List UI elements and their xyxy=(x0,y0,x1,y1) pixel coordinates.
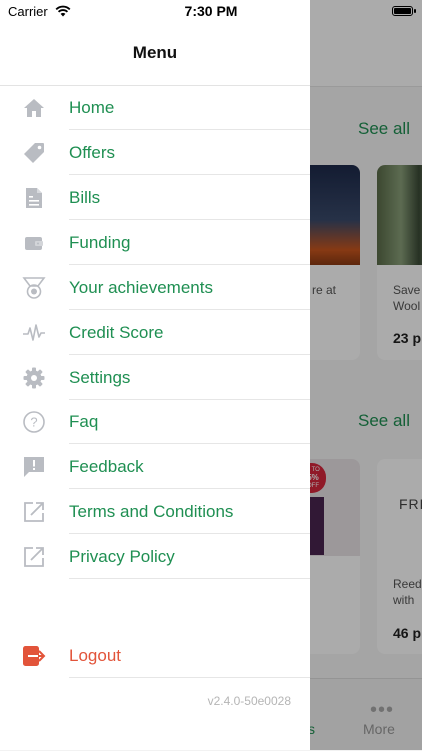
menu-divider xyxy=(69,443,310,444)
menu-item-achievements-label: Your achievements xyxy=(69,278,213,297)
menu-divider xyxy=(69,488,310,489)
menu-item-offers-label: Offers xyxy=(69,143,115,162)
menu-item-feedback[interactable]: Feedback xyxy=(0,445,310,489)
menu-item-privacy[interactable]: Privacy Policy xyxy=(0,535,310,579)
medal-icon xyxy=(22,277,46,299)
feedback-icon xyxy=(24,457,44,477)
menu-divider xyxy=(69,578,310,579)
status-bar: Carrier 7:30 PM xyxy=(0,0,422,24)
logout-icon xyxy=(23,646,46,666)
menu-divider xyxy=(69,354,310,355)
menu-item-terms[interactable]: Terms and Conditions xyxy=(0,490,310,534)
svg-text:?: ? xyxy=(30,415,37,430)
clock: 7:30 PM xyxy=(184,3,238,19)
menu-item-feedback-label: Feedback xyxy=(69,457,144,476)
home-icon xyxy=(24,99,44,117)
menu-divider xyxy=(69,309,310,310)
menu-item-funding-label: Funding xyxy=(69,233,131,252)
menu-item-settings-label: Settings xyxy=(69,368,131,387)
menu-divider xyxy=(69,129,310,130)
bill-icon xyxy=(26,188,42,208)
external-link-icon xyxy=(24,502,44,522)
menu-item-credit-score-label: Credit Score xyxy=(69,323,164,342)
menu-item-logout-label: Logout xyxy=(69,646,121,665)
menu-item-logout[interactable]: Logout xyxy=(0,634,310,678)
battery-tip xyxy=(414,9,416,13)
pulse-icon xyxy=(23,324,45,341)
menu-item-terms-label: Terms and Conditions xyxy=(69,502,234,521)
menu-item-faq[interactable]: ? Faq xyxy=(0,400,310,444)
battery-icon xyxy=(392,6,413,16)
gear-icon xyxy=(23,367,45,389)
menu-divider xyxy=(69,533,310,534)
menu-divider xyxy=(69,174,310,175)
menu-item-faq-label: Faq xyxy=(69,412,99,431)
menu-divider xyxy=(69,677,310,678)
menu-item-achievements[interactable]: Your achievements xyxy=(0,266,310,310)
app-version: v2.4.0-50e0028 xyxy=(207,694,291,708)
menu-item-funding[interactable]: Funding xyxy=(0,221,310,265)
menu-item-bills[interactable]: Bills xyxy=(0,176,310,220)
menu-item-offers[interactable]: Offers xyxy=(0,131,310,175)
menu-divider xyxy=(69,264,310,265)
tag-icon xyxy=(24,143,44,163)
menu-item-home-label: Home xyxy=(69,98,115,117)
menu-item-bills-label: Bills xyxy=(69,188,101,207)
question-icon: ? xyxy=(23,411,45,433)
menu-item-home[interactable]: Home xyxy=(0,86,310,130)
menu-item-credit-score[interactable]: Credit Score xyxy=(0,311,310,355)
menu-item-privacy-label: Privacy Policy xyxy=(69,547,175,566)
menu-item-settings[interactable]: Settings xyxy=(0,356,310,400)
menu-title: Menu xyxy=(132,43,178,62)
side-drawer: Menu Home Offers Bills Funding Your achi… xyxy=(0,0,310,750)
wallet-icon xyxy=(25,237,43,250)
external-link-icon xyxy=(24,547,44,567)
menu-divider xyxy=(69,219,310,220)
